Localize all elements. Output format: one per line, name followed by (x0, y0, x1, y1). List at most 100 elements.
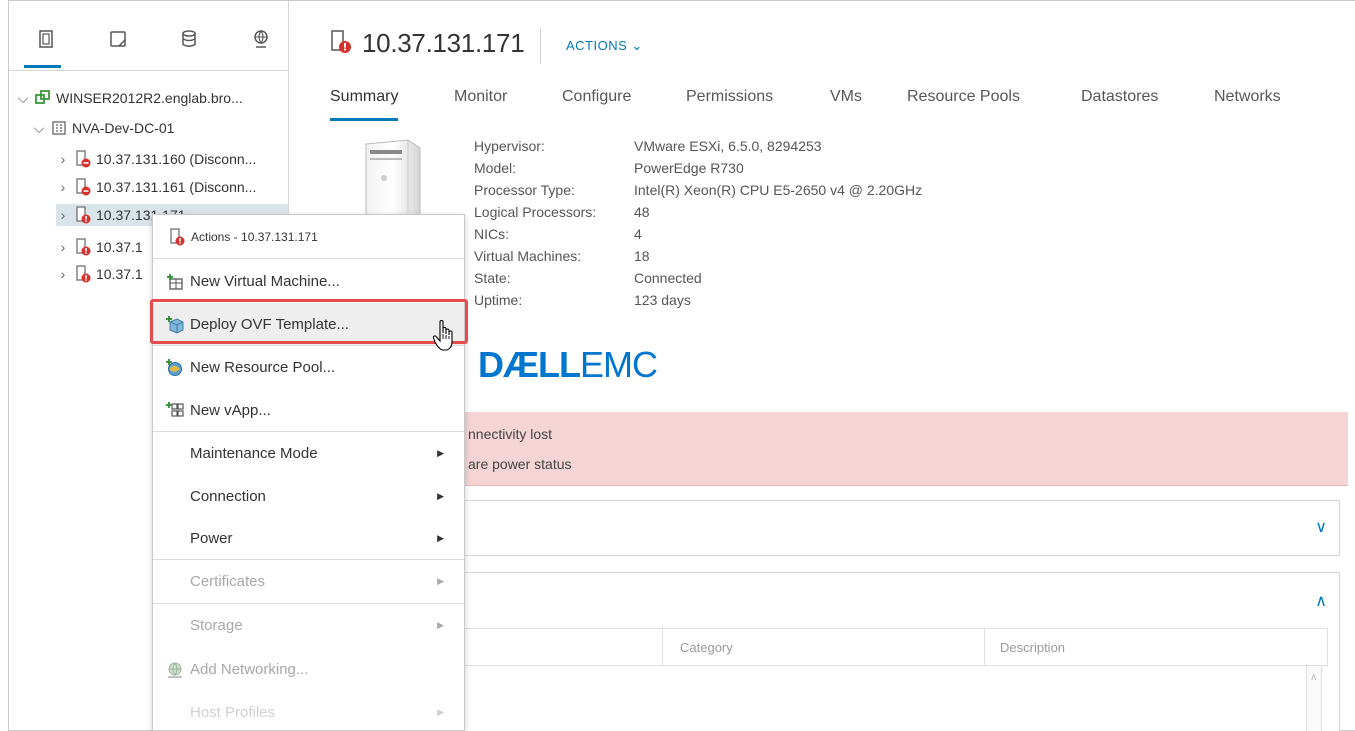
tree-item-host-160[interactable]: › 10.37.131.160 (Disconn... (56, 148, 256, 170)
networking-icon[interactable] (249, 27, 273, 51)
menu-item-new-vapp[interactable]: New vApp... (153, 389, 464, 432)
scroll-up-icon[interactable]: ∧ (1310, 672, 1317, 683)
chevron-right-icon[interactable]: › (56, 266, 70, 282)
prop-uptime: Uptime: 123 days (474, 292, 922, 314)
table-scrollbar[interactable]: ∧ (1306, 666, 1322, 731)
chevron-up-icon[interactable]: ∧ (1315, 591, 1327, 611)
tab-summary[interactable]: Summary (330, 88, 399, 122)
submenu-arrow-icon: ▶ (437, 533, 444, 543)
menu-item-host-profiles[interactable]: Host Profiles ▶ (153, 691, 464, 730)
host-alert-icon (169, 227, 185, 246)
submenu-arrow-icon: ▶ (437, 448, 444, 458)
dell-emc-logo: DÆLLEMC (478, 344, 658, 386)
tree-item-host[interactable]: › 10.37.1 (56, 263, 143, 285)
tab-vms[interactable]: VMs (830, 88, 862, 122)
tree-item-label: 10.37.131.161 (Disconn... (96, 179, 257, 195)
host-alert-icon (74, 238, 92, 256)
menu-header: Actions - 10.37.131.171 (153, 215, 464, 259)
prop-logical-processors: Logical Processors: 48 (474, 204, 922, 226)
tab-resource-pools[interactable]: Resource Pools (907, 88, 1020, 122)
alert-banner: nnectivity lost are power status (462, 412, 1348, 486)
menu-item-add-networking[interactable]: Add Networking... (153, 648, 464, 691)
prop-nics: NICs: 4 (474, 226, 922, 248)
storage-icon[interactable] (177, 27, 201, 51)
actions-context-menu: Actions - 10.37.131.171 New Virtual Mach… (152, 214, 465, 731)
submenu-arrow-icon: ▶ (437, 620, 444, 630)
menu-item-storage[interactable]: Storage ▶ (153, 604, 464, 647)
prop-value: 48 (634, 204, 650, 220)
prop-label: State: (474, 270, 511, 286)
datacenter-icon (50, 119, 68, 137)
chevron-down-icon[interactable]: ⌵ (16, 90, 30, 107)
menu-item-certificates[interactable]: Certificates ▶ (153, 560, 464, 603)
host-properties: Hypervisor: VMware ESXi, 6.5.0, 8294253 M… (474, 138, 922, 314)
menu-item-new-resource-pool[interactable]: New Resource Pool... (153, 346, 464, 389)
tree-item-vcenter[interactable]: ⌵ WINSER2012R2.englab.bro... (16, 87, 243, 109)
chevron-right-icon[interactable]: › (56, 239, 70, 255)
menu-item-label: Certificates (190, 573, 266, 590)
menu-item-label: Host Profiles (190, 704, 276, 721)
prop-value: 18 (634, 248, 650, 264)
menu-item-label: New Resource Pool... (190, 359, 336, 376)
prop-state: State: Connected (474, 270, 922, 292)
tab-datastores[interactable]: Datastores (1081, 88, 1158, 122)
chevron-right-icon[interactable]: › (56, 207, 70, 223)
column-divider (984, 629, 985, 665)
prop-label: Logical Processors: (474, 204, 597, 220)
prop-value: VMware ESXi, 6.5.0, 8294253 (634, 138, 822, 154)
add-networking-icon (166, 661, 184, 679)
menu-item-label: New vApp... (190, 402, 271, 419)
prop-label: Processor Type: (474, 182, 575, 198)
vapp-icon (166, 401, 184, 420)
submenu-arrow-icon: ▶ (437, 576, 444, 586)
host-alert-icon (330, 29, 352, 58)
header-divider (540, 28, 541, 64)
menu-item-label: New Virtual Machine... (190, 273, 340, 290)
host-alert-icon (74, 265, 92, 283)
chevron-down-icon[interactable]: ⌵ (32, 120, 46, 137)
actions-menu-button[interactable]: ACTIONS ⌄ (566, 38, 643, 54)
column-header-description[interactable]: Description (1000, 640, 1065, 655)
menu-item-label: Maintenance Mode (190, 445, 318, 462)
menu-item-maintenance-mode[interactable]: Maintenance Mode ▶ (153, 432, 464, 475)
menu-item-label: Connection (190, 488, 266, 505)
column-header-category[interactable]: Category (680, 640, 733, 655)
tree-item-host-161[interactable]: › 10.37.131.161 (Disconn... (56, 176, 256, 198)
prop-model: Model: PowerEdge R730 (474, 160, 922, 182)
prop-value: PowerEdge R730 (634, 160, 744, 176)
prop-value: 4 (634, 226, 642, 242)
menu-item-new-virtual-machine[interactable]: New Virtual Machine... (153, 260, 464, 303)
prop-value: 123 days (634, 292, 691, 308)
menu-item-connection[interactable]: Connection ▶ (153, 475, 464, 518)
menu-title: Actions - 10.37.131.171 (191, 229, 318, 244)
menu-item-label: Power (190, 530, 233, 547)
tree-item-datacenter[interactable]: ⌵ NVA-Dev-DC-01 (32, 117, 175, 139)
menu-item-label: Storage (190, 617, 243, 634)
menu-item-power[interactable]: Power ▶ (153, 517, 464, 560)
tree-item-label: 10.37.1 (96, 239, 143, 255)
prop-virtual-machines: Virtual Machines: 18 (474, 248, 922, 270)
dell-logo-text: DÆLL (478, 344, 581, 385)
tree-item-host[interactable]: › 10.37.1 (56, 236, 143, 258)
host-alert-icon (74, 206, 92, 224)
chevron-right-icon[interactable]: › (56, 179, 70, 195)
tab-monitor[interactable]: Monitor (454, 88, 507, 122)
host-disconnected-icon (74, 178, 92, 196)
chevron-right-icon[interactable]: › (56, 151, 70, 167)
prop-label: Uptime: (474, 292, 523, 308)
prop-label: Model: (474, 160, 517, 176)
tab-configure[interactable]: Configure (562, 88, 631, 122)
submenu-arrow-icon: ▶ (437, 707, 444, 717)
highlight-annotation (150, 299, 468, 344)
tab-permissions[interactable]: Permissions (686, 88, 773, 122)
chevron-down-icon[interactable]: ∨ (1315, 517, 1327, 537)
prop-label: Virtual Machines: (474, 248, 582, 264)
prop-value: Connected (634, 270, 702, 286)
table-header-divider (462, 665, 1328, 666)
vms-templates-icon[interactable] (106, 27, 130, 51)
tab-networks[interactable]: Networks (1214, 88, 1281, 122)
column-divider (1327, 629, 1328, 665)
alert-message: are power status (468, 456, 572, 472)
hosts-clusters-icon[interactable] (34, 27, 58, 51)
tree-item-label: NVA-Dev-DC-01 (72, 120, 175, 136)
